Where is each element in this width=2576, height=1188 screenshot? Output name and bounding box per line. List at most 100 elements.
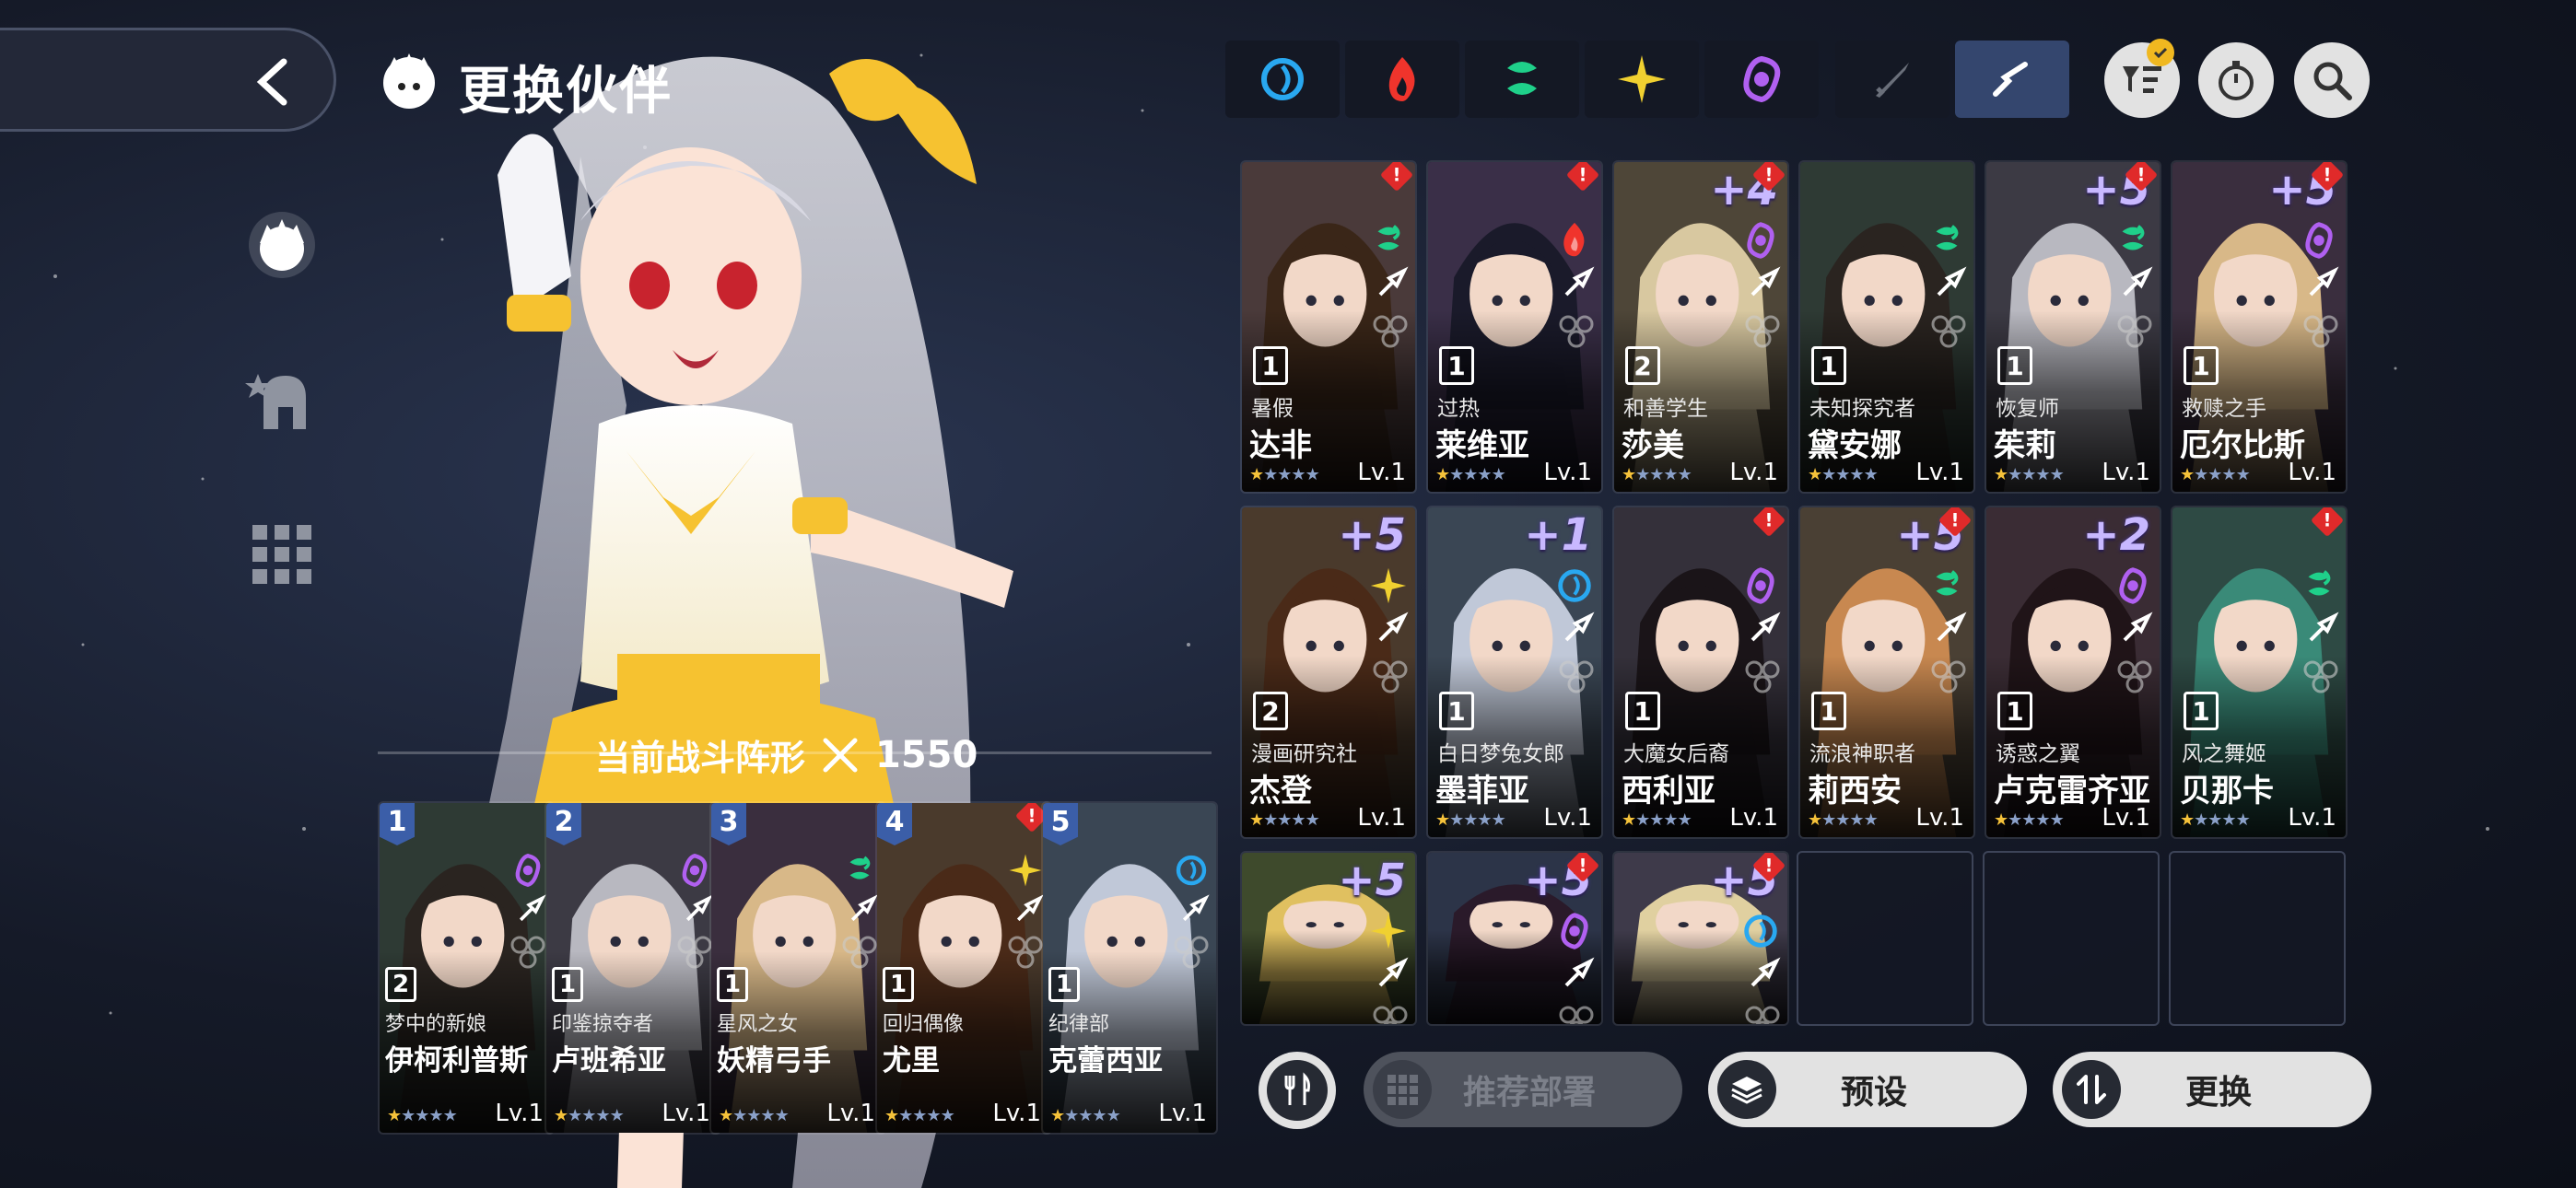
search-button[interactable] bbox=[2294, 42, 2370, 118]
swap-arrows-icon bbox=[2077, 1075, 2106, 1104]
wind-element-icon bbox=[1507, 62, 1537, 95]
stopwatch-icon bbox=[2219, 61, 2254, 100]
element-blue-icon bbox=[1176, 855, 1207, 886]
star-rating: ★★★★★ bbox=[1435, 810, 1506, 830]
character-name: 莱维亚 bbox=[1435, 427, 1529, 464]
element-red-icon bbox=[1563, 222, 1585, 257]
rank-badge: 1 bbox=[2184, 346, 2219, 385]
roster-card[interactable]: +5! bbox=[1426, 851, 1603, 1026]
element-purple-icon bbox=[682, 853, 708, 888]
roster-card[interactable]: +5 1 恢复师 茱莉 ★★★★★ Lv.1! bbox=[1985, 160, 2161, 494]
equipment-slots-icon bbox=[2117, 660, 2152, 693]
character-name: 贝那卡 bbox=[2180, 773, 2274, 809]
timer-button[interactable] bbox=[2198, 42, 2274, 118]
roster-card[interactable]: +4 2 和善学生 莎美 ★★★★★ Lv.1! bbox=[1612, 160, 1789, 494]
empty-roster-slot bbox=[1797, 851, 1973, 1026]
filter-tab-pose[interactable] bbox=[1955, 41, 2069, 118]
filter-tab-wind[interactable] bbox=[1465, 41, 1579, 118]
roster-card[interactable]: 1 大魔女后裔 西利亚 ★★★★★ Lv.1! bbox=[1612, 506, 1789, 839]
character-head-icon bbox=[383, 53, 435, 109]
food-button[interactable] bbox=[1259, 1052, 1336, 1129]
roster-card[interactable]: +1 1 白日梦兔女郎 墨菲亚 ★★★★★ Lv.1 bbox=[1426, 506, 1603, 839]
roster-card[interactable]: +5! bbox=[1612, 851, 1789, 1026]
class-icon bbox=[1937, 611, 1967, 642]
character-level: Lv.1 bbox=[2288, 459, 2336, 486]
star-rating: ★★★★★ bbox=[1249, 810, 1320, 830]
character-name: 黛安娜 bbox=[1808, 427, 1902, 464]
filter-tab-sword[interactable] bbox=[1835, 41, 1950, 118]
filter-tab-dark[interactable] bbox=[1704, 41, 1819, 118]
roster-card[interactable]: 1 过热 莱维亚 ★★★★★ Lv.1! bbox=[1426, 160, 1603, 494]
roster-card[interactable]: +5 2 漫画研究社 杰登 ★★★★★ Lv.1 bbox=[1240, 506, 1417, 839]
recommend-icon-wrap bbox=[1373, 1060, 1432, 1119]
roster-card[interactable]: +2 1 诱惑之翼 卢克雷齐亚 ★★★★★ Lv.1 bbox=[1985, 506, 2161, 839]
star-rating: ★★★★★ bbox=[2180, 810, 2251, 830]
equipment-slots-icon bbox=[1745, 660, 1780, 693]
filter-active-badge bbox=[2147, 39, 2174, 66]
rank-badge: 1 bbox=[1997, 692, 2032, 730]
character-title: 漫画研究社 bbox=[1251, 742, 1357, 766]
character-level: Lv.1 bbox=[2102, 459, 2150, 486]
character-title: 恢复师 bbox=[1996, 397, 2059, 421]
character-level: Lv.1 bbox=[1729, 804, 1778, 832]
class-icon bbox=[2309, 266, 2339, 297]
team-slot-5[interactable]: 5 1 纪律部 克蕾西亚 ★★★★★ Lv.1 bbox=[1041, 801, 1218, 1135]
character-title: 印鉴掠夺者 bbox=[552, 1013, 654, 1036]
helmet-tab-icon[interactable] bbox=[245, 365, 319, 438]
class-icon bbox=[1564, 957, 1595, 987]
character-title: 大魔女后裔 bbox=[1623, 742, 1729, 766]
roster-card[interactable]: +5 bbox=[1240, 851, 1417, 1026]
equipment-slots-icon bbox=[1745, 315, 1780, 348]
element-green-icon bbox=[2308, 570, 2331, 596]
character-name: 卢班希亚 bbox=[552, 1044, 666, 1077]
character-level: Lv.1 bbox=[1915, 459, 1964, 486]
filter-tab-light[interactable] bbox=[1585, 41, 1699, 118]
roster-card[interactable]: 1 未知探究者 黛安娜 ★★★★★ Lv.1 bbox=[1798, 160, 1975, 494]
filter-tab-water[interactable] bbox=[1225, 41, 1340, 118]
character-name: 莎美 bbox=[1622, 427, 1684, 464]
change-label: 更换 bbox=[2184, 1074, 2252, 1112]
team-slot-3[interactable]: 3 1 星风之女 妖精弓手 ★★★★★ Lv.1 bbox=[709, 801, 886, 1135]
equipment-slots-icon bbox=[1559, 660, 1594, 693]
team-slot-4[interactable]: 4 1 回归偶像 尤里 ★★★★★ Lv.1! bbox=[875, 801, 1052, 1135]
character-tab-icon[interactable] bbox=[245, 208, 319, 282]
character-level: Lv.1 bbox=[2288, 804, 2336, 832]
character-title: 梦中的新娘 bbox=[385, 1013, 487, 1036]
roster-card[interactable]: 1 暑假 达非 ★★★★★ Lv.1! bbox=[1240, 160, 1417, 494]
rank-badge: 1 bbox=[1811, 346, 1846, 385]
rank-badge: 1 bbox=[1253, 346, 1288, 385]
equipment-slots-icon bbox=[2117, 315, 2152, 348]
character-name: 达非 bbox=[1249, 427, 1312, 464]
class-icon bbox=[1937, 266, 1967, 297]
roster-card[interactable]: 1 风之舞姬 贝那卡 ★★★★★ Lv.1! bbox=[2171, 506, 2348, 839]
preset-button[interactable]: 预设 bbox=[1708, 1052, 2027, 1127]
character-name: 克蕾西亚 bbox=[1048, 1044, 1163, 1077]
roster-card[interactable]: +5 1 救赎之手 厄尔比斯 ★★★★★ Lv.1! bbox=[2171, 160, 2348, 494]
element-purple-icon bbox=[1747, 222, 1774, 259]
team-slot-2[interactable]: 2 1 印鉴掠夺者 卢班希亚 ★★★★★ Lv.1 bbox=[544, 801, 721, 1135]
rank-badge: 1 bbox=[1625, 692, 1660, 730]
star-rating: ★★★★★ bbox=[719, 1106, 790, 1125]
layers-icon bbox=[1731, 1077, 1762, 1104]
preset-icon-wrap bbox=[1717, 1060, 1776, 1119]
recommend-deploy-button[interactable]: 推荐部署 bbox=[1364, 1052, 1682, 1127]
change-button[interactable]: 更换 bbox=[2053, 1052, 2371, 1127]
character-title: 过热 bbox=[1437, 397, 1480, 421]
character-name: 茱莉 bbox=[1994, 427, 2056, 464]
star-rating: ★★★★★ bbox=[1435, 465, 1506, 484]
grid-tab-icon[interactable] bbox=[245, 518, 319, 591]
character-name: 妖精弓手 bbox=[717, 1044, 831, 1077]
grid-x-icon bbox=[1388, 1075, 1418, 1105]
rank-badge: 1 bbox=[717, 967, 748, 1002]
light-element-icon bbox=[1618, 55, 1666, 103]
class-icon bbox=[1378, 266, 1409, 297]
roster-card[interactable]: +5 1 流浪神职者 莉西安 ★★★★★ Lv.1! bbox=[1798, 506, 1975, 839]
team-slot-1[interactable]: 1 2 梦中的新娘 伊柯利普斯 ★★★★★ Lv.1 bbox=[378, 801, 555, 1135]
class-icon bbox=[1564, 266, 1595, 297]
character-title: 和善学生 bbox=[1623, 397, 1708, 421]
element-purple-icon bbox=[1561, 913, 1588, 949]
equipment-slots-icon bbox=[1174, 936, 1209, 969]
back-button[interactable] bbox=[0, 28, 336, 132]
filter-tab-fire[interactable] bbox=[1345, 41, 1459, 118]
element-gold-icon bbox=[1370, 567, 1407, 604]
